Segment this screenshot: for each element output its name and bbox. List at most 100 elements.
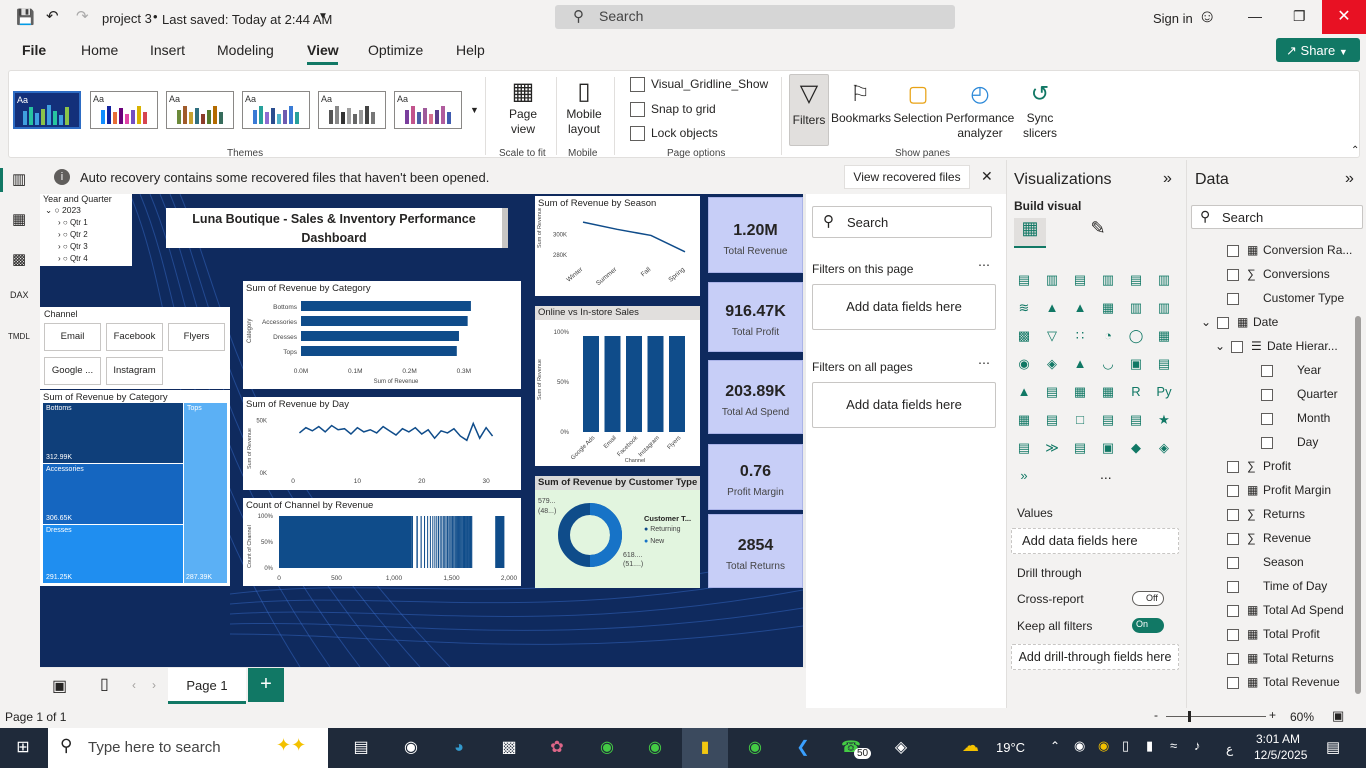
narrative-icon[interactable]: ▤ bbox=[1098, 410, 1118, 430]
kpi-total-ad-spend[interactable]: 203.89K Total Ad Spend bbox=[708, 360, 803, 434]
stacked-column-icon[interactable]: ▥ bbox=[1042, 270, 1062, 290]
data-search-input[interactable]: ⚲ Search bbox=[1191, 205, 1363, 229]
channel-count-chart[interactable]: Count of Channel by Revenue Count of Cha… bbox=[243, 498, 521, 586]
field-checkbox[interactable] bbox=[1261, 364, 1273, 377]
wifi-icon[interactable]: ≈ bbox=[1170, 738, 1177, 753]
treemap-cell-dresses[interactable]: Dresses 291.25K bbox=[43, 525, 183, 583]
tray-app-icon[interactable]: ◉ bbox=[1098, 738, 1109, 754]
card-icon[interactable]: ▣ bbox=[1126, 354, 1146, 374]
menu-help[interactable]: Help bbox=[456, 42, 485, 58]
report-view-icon[interactable]: ▥ bbox=[12, 170, 26, 188]
field-checkbox[interactable] bbox=[1227, 676, 1239, 689]
menu-insert[interactable]: Insert bbox=[150, 42, 185, 58]
data-field[interactable]: Time of Day bbox=[1227, 574, 1327, 598]
stacked-area-icon[interactable]: ▲ bbox=[1070, 298, 1090, 318]
custom-visual-icon[interactable]: ◆ bbox=[1126, 438, 1146, 458]
close-icon[interactable]: ✕ bbox=[981, 168, 993, 185]
field-checkbox[interactable] bbox=[1227, 604, 1239, 617]
view-recovered-button[interactable]: View recovered files bbox=[844, 165, 970, 189]
channel-flyers[interactable]: Flyers bbox=[168, 323, 225, 351]
field-checkbox[interactable] bbox=[1227, 244, 1239, 257]
powerbi-taskbar-button[interactable]: ▮ bbox=[682, 728, 728, 768]
chrome-icon[interactable]: ◉ bbox=[594, 736, 620, 760]
azure-map-icon[interactable]: ▲ bbox=[1070, 354, 1090, 374]
sync-slicers-button[interactable]: ↺ Sync slicers bbox=[1015, 77, 1065, 141]
field-checkbox[interactable] bbox=[1227, 628, 1239, 641]
tray-phone-icon[interactable]: ▯ bbox=[1122, 738, 1129, 754]
zoom-slider[interactable] bbox=[1166, 716, 1266, 717]
menu-optimize[interactable]: Optimize bbox=[368, 42, 423, 58]
slicer-year[interactable]: ⌄ ○ 2023 bbox=[45, 205, 81, 216]
revenue-by-day-line[interactable]: Sum of Revenue by Day Sum of Revenue 50K 0… bbox=[243, 397, 521, 490]
online-vs-instore-chart[interactable]: Online vs In-store Sales Sum of Revenue 1… bbox=[535, 306, 700, 466]
kpi-profit-margin[interactable]: 0.76 Profit Margin bbox=[708, 444, 803, 510]
scrollbar[interactable] bbox=[1355, 316, 1361, 694]
task-view-icon[interactable]: ▤ bbox=[348, 736, 374, 760]
sign-in-link[interactable]: Sign in bbox=[1153, 11, 1193, 26]
data-field[interactable]: ▦ Total Profit bbox=[1227, 622, 1320, 646]
field-checkbox[interactable] bbox=[1261, 412, 1273, 425]
field-checkbox[interactable] bbox=[1227, 532, 1239, 545]
desktop-layout-icon[interactable]: ▣ bbox=[52, 676, 67, 696]
camera-app-icon[interactable]: ◉ bbox=[398, 736, 424, 760]
data-field[interactable]: ▦ Total Revenue bbox=[1227, 670, 1340, 694]
key-influencers-icon[interactable]: ▦ bbox=[1014, 410, 1034, 430]
scatter-icon[interactable]: ∷ bbox=[1070, 326, 1090, 346]
trophy-icon[interactable]: ★ bbox=[1154, 410, 1174, 430]
undo-icon[interactable]: ↶ bbox=[46, 7, 59, 25]
save-icon[interactable]: 💾 bbox=[16, 8, 35, 26]
map-icon[interactable]: ◉ bbox=[1014, 354, 1034, 374]
field-checkbox[interactable] bbox=[1227, 268, 1239, 281]
chevron-down-icon[interactable]: ⌄ bbox=[1215, 334, 1225, 358]
line-stacked-icon[interactable]: ▥ bbox=[1154, 298, 1174, 318]
channel-google[interactable]: Google ... bbox=[44, 357, 101, 385]
table-view-icon[interactable]: ▦ bbox=[12, 210, 26, 228]
more-options-icon[interactable]: ⋯ bbox=[978, 258, 990, 272]
multirow-card-icon[interactable]: ▤ bbox=[1154, 354, 1174, 374]
field-checkbox[interactable] bbox=[1227, 508, 1239, 521]
diamond-icon[interactable]: ◈ bbox=[1154, 438, 1174, 458]
snap-checkbox[interactable]: Snap to grid bbox=[630, 102, 716, 118]
notifications-icon[interactable]: ▤ bbox=[1326, 738, 1340, 756]
values-well[interactable]: Add data fields here bbox=[1011, 528, 1179, 554]
100-bar-icon[interactable]: ▤ bbox=[1126, 270, 1146, 290]
theme-3[interactable]: Aa bbox=[166, 91, 234, 129]
data-field[interactable]: ∑ Returns bbox=[1227, 502, 1305, 526]
more-options-icon[interactable]: ⋯ bbox=[978, 356, 990, 370]
data-field[interactable]: ∑ Profit bbox=[1227, 454, 1291, 478]
r-visual-icon[interactable]: R bbox=[1126, 382, 1146, 402]
data-field[interactable]: ▦ Total Returns bbox=[1227, 646, 1334, 670]
restore-icon[interactable]: ❐ bbox=[1293, 8, 1306, 25]
data-field[interactable]: Season bbox=[1227, 550, 1304, 574]
mobile-layout-button[interactable]: ▯ Mobile layout bbox=[562, 77, 606, 137]
data-field[interactable]: ∑ Revenue bbox=[1227, 526, 1311, 550]
selection-button[interactable]: ▢ Selection bbox=[891, 77, 945, 126]
qa-icon[interactable]: □ bbox=[1070, 410, 1090, 430]
page-view-button[interactable]: ▦ Page view bbox=[501, 77, 545, 137]
field-checkbox[interactable] bbox=[1261, 388, 1273, 401]
kpi-total-revenue[interactable]: 1.20M Total Revenue bbox=[708, 197, 803, 273]
stacked-bar-icon[interactable]: ▤ bbox=[1014, 270, 1034, 290]
kpi-total-returns[interactable]: 2854 Total Returns bbox=[708, 514, 803, 588]
data-field[interactable]: ▦ Total Ad Spend bbox=[1227, 598, 1344, 622]
slicer-qtr-4[interactable]: › ○ Qtr 4 bbox=[58, 254, 88, 263]
data-field[interactable]: ▦ Profit Margin bbox=[1227, 478, 1331, 502]
data-field[interactable]: Customer Type bbox=[1227, 286, 1344, 310]
data-field[interactable]: ⌄ ▦ Date bbox=[1201, 310, 1278, 334]
keep-filters-toggle[interactable]: On bbox=[1132, 618, 1164, 633]
data-field[interactable]: Month bbox=[1261, 406, 1330, 430]
theme-6[interactable]: Aa bbox=[394, 91, 462, 129]
channel-instagram[interactable]: Instagram bbox=[106, 357, 163, 385]
more-visuals-icon[interactable]: ... bbox=[1100, 466, 1112, 482]
bookmarks-button[interactable]: ⚐ Bookmarks bbox=[831, 77, 891, 126]
language-indicator[interactable]: ع bbox=[1226, 742, 1233, 756]
revenue-by-category-bar[interactable]: Sum of Revenue by Category Category Botto… bbox=[243, 281, 521, 389]
page-tab-1[interactable]: Page 1 bbox=[168, 668, 246, 704]
chevron-icon[interactable]: » bbox=[1014, 466, 1034, 486]
build-visual-tab[interactable]: ▦ bbox=[1014, 218, 1046, 248]
field-checkbox[interactable] bbox=[1227, 460, 1239, 473]
add-page-button[interactable]: + bbox=[248, 668, 284, 702]
treemap-cell-accessories[interactable]: Accessories 306.65K bbox=[43, 464, 183, 524]
collapse-ribbon-icon[interactable]: ⌃ bbox=[1351, 145, 1359, 156]
global-search-input[interactable]: ⚲ Search bbox=[555, 5, 955, 29]
